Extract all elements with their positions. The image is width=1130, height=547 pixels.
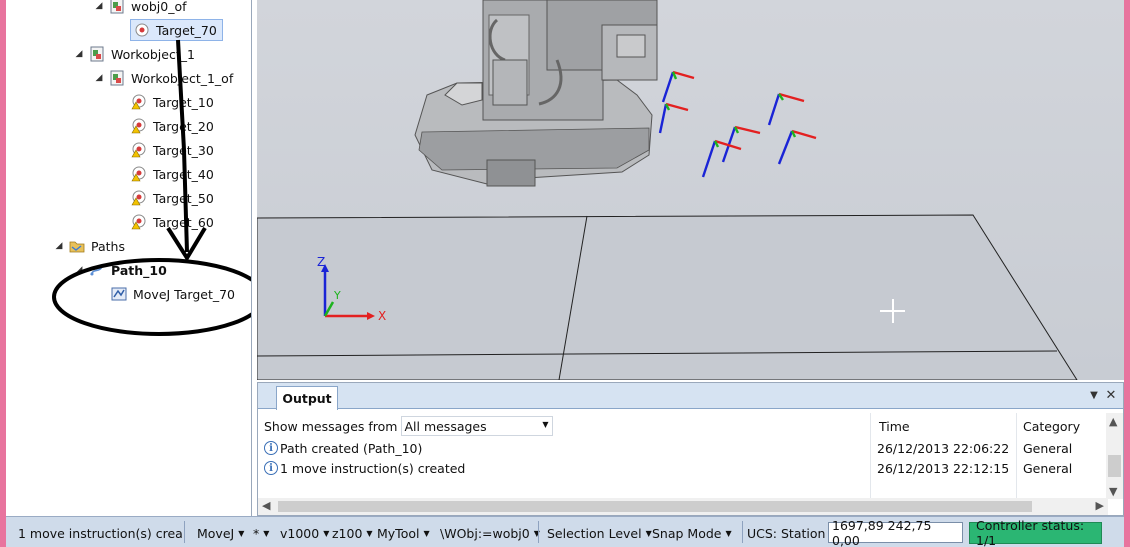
message-category: General xyxy=(1023,461,1073,476)
close-icon[interactable]: ✕ xyxy=(1104,388,1118,403)
message-text: 1 move instruction(s) created xyxy=(280,461,466,476)
coordinates-field[interactable]: 1697,89 242,75 0,00 xyxy=(828,518,963,547)
selection-level-dropdown[interactable]: Selection Level ▼ xyxy=(547,523,652,543)
controller-status-label: Controller status: 1/1 xyxy=(976,518,1085,547)
horizontal-scrollbar[interactable]: ◀ ▶ xyxy=(258,498,1108,515)
chevron-down-icon: ▼ xyxy=(238,528,245,538)
output-tab-bar: Output ▼ ✕ xyxy=(258,383,1123,410)
info-icon: i xyxy=(264,441,278,455)
layout-tree-panel: ◢ wobj0_of Target_70 ◢ Workobject_1 ◢ Wo… xyxy=(6,0,252,516)
wobj-dropdown[interactable]: \WObj:=wobj0 ▼ xyxy=(440,523,540,543)
target-frame xyxy=(777,129,817,165)
status-message-text: 1 move instruction(s) crea xyxy=(18,525,183,541)
filter-select-value: All messages xyxy=(404,418,487,434)
divider xyxy=(742,521,743,543)
axis-label-y: Y xyxy=(334,289,341,302)
scene-graphics xyxy=(257,0,1078,380)
message-time: 26/12/2013 22:06:22 xyxy=(877,441,1010,456)
filter-label: Show messages from xyxy=(264,418,398,434)
message-row[interactable]: i 1 move instruction(s) created 26/12/20… xyxy=(264,459,1104,479)
target-frame xyxy=(661,70,695,103)
status-bar: 1 move instruction(s) crea MoveJ ▼ * ▼ v10… xyxy=(6,516,1124,547)
vertical-scrollbar[interactable]: ▲ ▼ xyxy=(1106,413,1123,499)
panel-menu-icon[interactable]: ▼ xyxy=(1087,388,1101,402)
speed-value: v1000 xyxy=(280,525,320,541)
tool-value: MyTool xyxy=(377,525,420,541)
target-frame xyxy=(767,92,805,126)
axis-label-x: X xyxy=(378,309,387,323)
tab-output[interactable]: Output xyxy=(276,386,338,410)
target-frames xyxy=(658,70,817,178)
info-icon: i xyxy=(264,461,278,475)
target-frame xyxy=(701,139,742,178)
scroll-thumb[interactable] xyxy=(1108,455,1121,477)
divider xyxy=(538,521,539,543)
ucs-label: UCS: Station xyxy=(747,525,826,541)
snap-mode-label: Snap Mode xyxy=(652,525,722,541)
message-time: 26/12/2013 22:12:15 xyxy=(877,461,1010,476)
column-header-category[interactable]: Category xyxy=(1023,419,1080,434)
3d-viewport[interactable]: Z X Y xyxy=(257,0,1124,380)
chevron-down-icon: ▼ xyxy=(423,528,430,538)
target-frame xyxy=(658,102,689,134)
status-message: 1 move instruction(s) crea xyxy=(18,523,183,543)
divider xyxy=(184,521,185,543)
message-row[interactable]: i Path created (Path_10) 26/12/2013 22:0… xyxy=(264,439,1104,459)
chevron-down-icon: ▼ xyxy=(542,420,549,429)
robotstudio-window: ◢ wobj0_of Target_70 ◢ Workobject_1 ◢ Wo… xyxy=(6,0,1124,547)
chevron-down-icon: ▼ xyxy=(366,528,373,538)
chevron-down-icon: ▼ xyxy=(323,528,330,538)
chevron-down-icon: ▼ xyxy=(645,528,652,538)
annotation-overlay xyxy=(52,39,251,336)
annotation-ellipse xyxy=(52,258,251,336)
column-header-time[interactable]: Time xyxy=(879,419,910,434)
zone-value: z100 xyxy=(332,525,363,541)
speed-dropdown[interactable]: v1000 ▼ xyxy=(280,523,329,543)
axis-label-z: Z xyxy=(317,255,326,269)
output-panel: Output ▼ ✕ Show messages from All messag… xyxy=(257,382,1124,516)
message-filter: Show messages from All messages ▼ xyxy=(264,416,554,436)
chevron-down-icon: ▼ xyxy=(725,528,732,538)
coordinates-value: 1697,89 242,75 0,00 xyxy=(832,517,932,547)
scroll-up-icon[interactable]: ▲ xyxy=(1109,415,1117,428)
motion-type-dropdown[interactable]: MoveJ ▼ xyxy=(197,523,244,543)
chevron-down-icon: ▼ xyxy=(263,528,270,538)
snap-mode-dropdown[interactable]: Snap Mode ▼ xyxy=(652,523,732,543)
controller-status[interactable]: Controller status: 1/1 xyxy=(969,518,1102,547)
scroll-right-icon[interactable]: ▶ xyxy=(1096,499,1104,512)
zone-dropdown[interactable]: z100 ▼ xyxy=(332,523,373,543)
motion-type-value: MoveJ xyxy=(197,525,235,541)
star-value: * xyxy=(253,525,260,541)
message-category: General xyxy=(1023,441,1073,456)
robot-model xyxy=(414,0,658,187)
scroll-down-icon[interactable]: ▼ xyxy=(1109,485,1117,498)
tool-dropdown[interactable]: MyTool ▼ xyxy=(377,523,430,543)
annotation-arrow-shaft xyxy=(176,39,189,253)
message-text: Path created (Path_10) xyxy=(280,441,423,456)
wobj-value: \WObj:=wobj0 xyxy=(440,525,530,541)
selection-level-label: Selection Level xyxy=(547,525,642,541)
scroll-left-icon[interactable]: ◀ xyxy=(262,499,270,512)
star-dropdown[interactable]: * ▼ xyxy=(253,523,269,543)
scroll-thumb[interactable] xyxy=(278,501,1032,512)
filter-select[interactable]: All messages ▼ xyxy=(401,416,554,436)
ucs-indicator: UCS: Station xyxy=(747,523,825,543)
